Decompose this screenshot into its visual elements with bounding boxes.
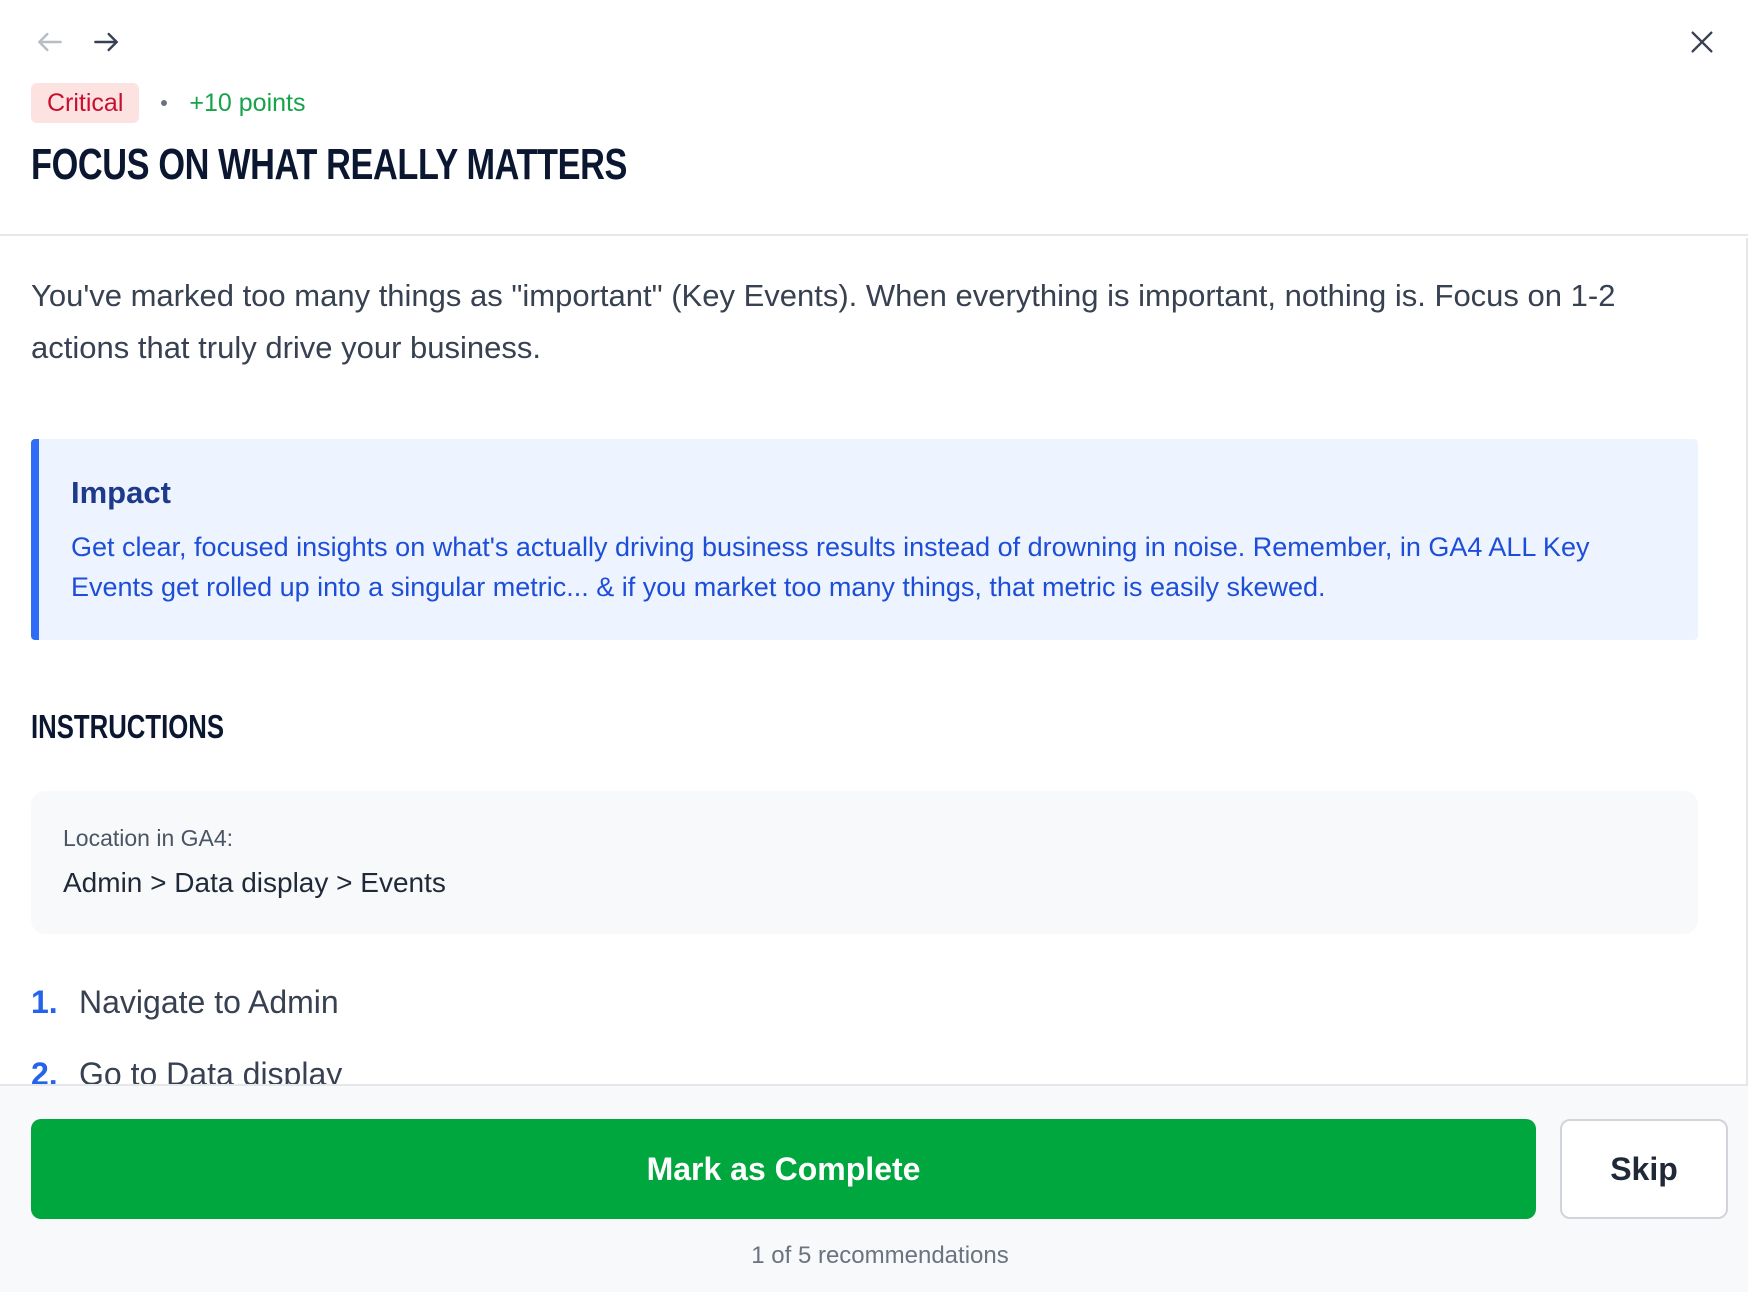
- location-box: Location in GA4: Admin > Data display > …: [31, 791, 1698, 934]
- impact-text: Get clear, focused insights on what's ac…: [71, 532, 1590, 602]
- close-icon: [1691, 31, 1713, 53]
- step-text: Go to Data display: [79, 1055, 343, 1085]
- mark-complete-button[interactable]: Mark as Complete: [31, 1119, 1536, 1219]
- instructions-title: Instructions: [31, 708, 225, 745]
- previous-button[interactable]: [26, 18, 74, 66]
- location-label: Location in GA4:: [63, 825, 234, 851]
- impact-callout: Impact Get clear, focused insights on wh…: [31, 439, 1698, 640]
- close-button[interactable]: [1676, 16, 1728, 68]
- instruction-steps: 1. Navigate to Admin 2. Go to Data displ…: [31, 966, 343, 1085]
- recommendation-title: Focus on what really matters: [31, 140, 628, 189]
- meta-row: Critical +10 points: [31, 83, 305, 123]
- next-button[interactable]: [82, 18, 130, 66]
- instruction-step: 2. Go to Data display: [31, 1038, 343, 1085]
- step-text: Navigate to Admin: [79, 983, 339, 1020]
- instruction-step: 1. Navigate to Admin: [31, 966, 342, 1038]
- impact-title: Impact: [71, 475, 171, 510]
- points-label: +10 points: [189, 88, 306, 117]
- panel-body[interactable]: You've marked too many things as "import…: [0, 238, 1748, 1084]
- step-number: 1.: [31, 983, 58, 1020]
- arrow-right-icon: [94, 32, 118, 52]
- priority-badge: Critical: [31, 83, 140, 123]
- recommendation-panel: Critical +10 points Focus on what really…: [0, 0, 1748, 1292]
- location-path: Admin > Data display > Events: [63, 867, 446, 898]
- panel-footer: Mark as Complete Skip 1 of 5 recommendat…: [0, 1084, 1748, 1292]
- arrow-left-icon: [38, 32, 62, 52]
- progress-indicator: 1 of 5 recommendations: [751, 1242, 1009, 1269]
- recommendation-description: You've marked too many things as "import…: [31, 278, 1616, 365]
- skip-button[interactable]: Skip: [1560, 1119, 1728, 1219]
- step-number: 2.: [31, 1055, 58, 1085]
- separator-dot: [161, 100, 168, 106]
- panel-header: Critical +10 points Focus on what really…: [0, 0, 1748, 236]
